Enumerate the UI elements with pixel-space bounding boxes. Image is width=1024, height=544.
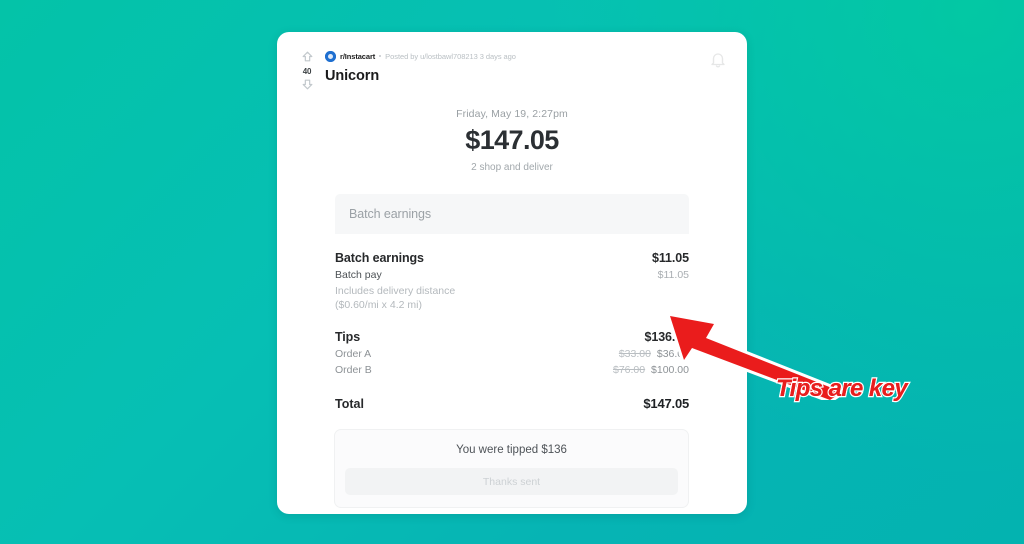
batch-pay-label: Batch pay <box>335 269 382 281</box>
receipt-total-amount: $147.05 <box>465 125 559 155</box>
annotation-label: Tips are key <box>776 375 908 402</box>
reddit-post-card: 40 r/Instacart Posted by u/lostbawl70821… <box>277 32 747 514</box>
delivery-distance-note: Includes delivery distance ($0.60/mi x 4… <box>335 284 689 312</box>
receipt-date: Friday, May 19, 2:27pm <box>456 108 568 120</box>
tip-row-order-a: Order A $33.00 $36.00 <box>335 348 689 360</box>
ledger: Batch earnings $11.05 Batch pay $11.05 I… <box>334 234 689 509</box>
delivery-distance-note-line-2: ($0.60/mi x 4.2 mi) <box>335 299 422 312</box>
total-label: Total <box>335 397 364 412</box>
vote-column: 40 <box>296 50 318 93</box>
ledger-row-total: Total $147.05 <box>335 396 689 411</box>
order-a-old-value: $33.00 <box>618 348 651 361</box>
post-title: Unicorn <box>325 68 380 84</box>
order-b-old-value: $76.00 <box>612 364 646 377</box>
ledger-row-tips: Tips $136.00 <box>335 330 689 344</box>
post-heading-block: r/Instacart Posted by u/lostbawl708213 3… <box>325 50 695 84</box>
vote-count: 40 <box>302 67 312 76</box>
post-header: 40 r/Instacart Posted by u/lostbawl70821… <box>277 32 747 94</box>
post-meta-text: Posted by u/lostbawl708213 3 days ago <box>385 51 516 61</box>
meta-separator-dot <box>379 55 382 57</box>
subreddit-avatar-icon <box>325 50 336 62</box>
tip-row-order-b: Order B $76.00 $100.00 <box>335 364 689 376</box>
downvote-arrow-icon[interactable] <box>296 78 318 93</box>
bell-icon[interactable] <box>709 51 727 69</box>
receipt-subtitle: 2 shop and deliver <box>471 162 553 173</box>
tipped-message: You were tipped $136 <box>456 444 567 457</box>
ledger-row-batch-earnings: Batch earnings $11.05 <box>335 251 689 265</box>
delivery-distance-note-line-1: Includes delivery distance <box>335 285 456 297</box>
order-b-label: Order B <box>335 364 372 377</box>
tab-batch-earnings[interactable]: Batch earnings <box>335 194 689 234</box>
batch-earnings-value: $11.05 <box>652 251 689 265</box>
tips-label: Tips <box>335 330 361 345</box>
batch-earnings-label: Batch earnings <box>335 251 424 265</box>
thanks-sent-button[interactable]: Thanks sent <box>345 468 678 496</box>
batch-pay-value: $11.05 <box>657 269 689 281</box>
subreddit-link[interactable]: r/Instacart <box>340 52 375 61</box>
ledger-group-divider <box>335 312 689 330</box>
tipped-confirmation-card: You were tipped $136 Thanks sent <box>334 429 689 509</box>
post-meta-row: r/Instacart Posted by u/lostbawl708213 3… <box>325 50 695 62</box>
upvote-arrow-icon[interactable] <box>296 50 318 65</box>
ledger-row-batch-pay: Batch pay $11.05 <box>335 269 689 281</box>
order-a-label: Order A <box>335 348 372 361</box>
tab-batch-earnings-label: Batch earnings <box>349 207 431 221</box>
